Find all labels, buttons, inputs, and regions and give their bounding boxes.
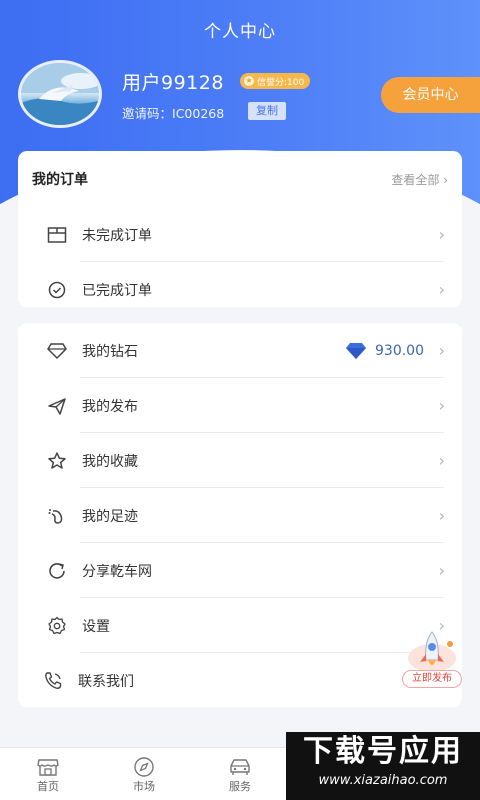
chevron-right-icon: › [443, 172, 448, 187]
share-icon [46, 560, 68, 582]
orders-header: 我的订单 查看全部 › [18, 151, 462, 207]
tab-label: 首页 [37, 780, 59, 793]
diamond-blue-icon [346, 342, 366, 359]
phone-icon [42, 670, 64, 692]
credit-badge: ★ 信誉分:100 [240, 73, 311, 89]
menu-item-label: 分享乾车网 [82, 563, 152, 580]
tab-label: 市场 [133, 780, 155, 793]
tab-market[interactable]: 市场 [96, 748, 192, 800]
page-title: 个人中心 [204, 22, 276, 42]
compass-icon [96, 756, 192, 778]
avatar[interactable] [18, 60, 102, 128]
box-icon [46, 224, 68, 246]
send-icon [46, 395, 68, 417]
order-row-label: 已完成订单 [82, 282, 152, 299]
orders-card: 我的订单 查看全部 › 未完成订单 › 已完成订单 › [18, 151, 462, 307]
gear-icon [46, 615, 68, 637]
menu-item-favorites[interactable]: 我的收藏 › [18, 433, 462, 488]
invite-label: 邀请码： [122, 106, 173, 121]
car-icon [192, 756, 288, 778]
footprint-icon [46, 505, 68, 527]
menu-card: 我的钻石 930.00 › 我的发布 › 我的收藏 › 我的足迹 › 分享乾车网… [18, 323, 462, 707]
chevron-right-icon: › [438, 280, 445, 299]
menu-item-footprints[interactable]: 我的足迹 › [18, 488, 462, 543]
order-row-label: 未完成订单 [82, 227, 152, 244]
chevron-right-icon: › [438, 341, 445, 360]
tab-label: 服务 [229, 780, 251, 793]
menu-item-label: 我的足迹 [82, 508, 138, 525]
copy-button[interactable]: 复制 [248, 102, 286, 120]
view-all-link[interactable]: 查看全部 › [391, 171, 448, 188]
invite-code: IC00268 [172, 106, 225, 121]
chevron-right-icon: › [438, 561, 445, 580]
menu-item-contact[interactable]: 联系我们 [18, 653, 462, 708]
diamond-value: 930.00 [375, 342, 424, 359]
chevron-right-icon: › [438, 451, 445, 470]
menu-item-settings[interactable]: 设置 › [18, 598, 462, 653]
menu-item-label: 我的发布 [82, 398, 138, 415]
watermark: 下载号应用 www.xiazaihao.com [286, 732, 480, 800]
star-icon: ★ [244, 76, 254, 86]
watermark-title: 下载号应用 [303, 734, 463, 769]
home-icon [0, 756, 96, 778]
menu-item-diamonds[interactable]: 我的钻石 930.00 › [18, 323, 462, 378]
check-circle-icon [46, 279, 68, 301]
tab-service[interactable]: 服务 [192, 748, 288, 800]
menu-item-my-posts[interactable]: 我的发布 › [18, 378, 462, 433]
diamond-balance: 930.00 [345, 342, 424, 360]
order-row-incomplete[interactable]: 未完成订单 › [18, 207, 462, 262]
menu-item-label: 我的收藏 [82, 453, 138, 470]
chevron-right-icon: › [438, 396, 445, 415]
username: 用户99128 [122, 72, 224, 94]
order-row-completed[interactable]: 已完成订单 › [18, 262, 462, 317]
invite-code-line: 邀请码：IC00268 [122, 103, 224, 122]
orders-title: 我的订单 [32, 172, 88, 188]
star-icon [46, 450, 68, 472]
watermark-url: www.xiazaihao.com [318, 773, 448, 788]
vip-center-button[interactable]: 会员中心 [381, 77, 480, 113]
menu-item-share[interactable]: 分享乾车网 › [18, 543, 462, 598]
publish-fab[interactable]: 立即发布 [398, 630, 462, 692]
diamond-icon [46, 340, 68, 362]
publish-fab-label: 立即发布 [402, 670, 462, 688]
chevron-right-icon: › [438, 506, 445, 525]
chevron-right-icon: › [438, 225, 445, 244]
tab-home[interactable]: 首页 [0, 748, 96, 800]
credit-text: 信誉分:100 [257, 77, 305, 88]
view-all-label: 查看全部 [391, 172, 440, 187]
